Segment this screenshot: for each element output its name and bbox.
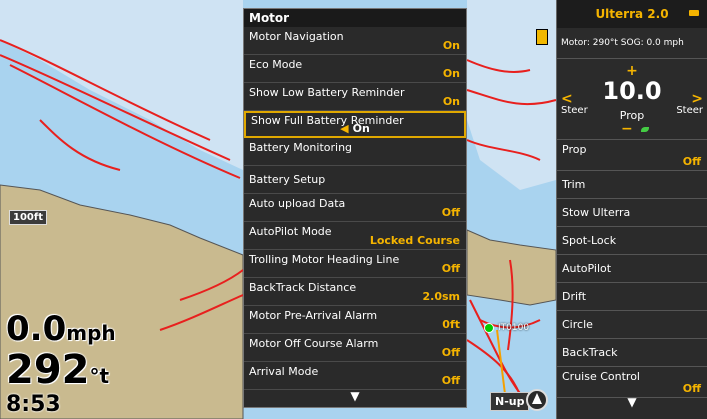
menu-item-label: Motor Pre-Arrival Alarm xyxy=(249,309,378,322)
panel-item-label: Drift xyxy=(562,290,587,303)
menu-item-label: AutoPilot Mode xyxy=(249,225,332,238)
chevron-down-icon[interactable]: ▼ xyxy=(557,395,707,409)
menu-item-label: BackTrack Distance xyxy=(249,281,357,294)
menu-item-full-battery-reminder[interactable]: Show Full Battery Reminder ◀ On xyxy=(244,111,466,138)
clock: 8:53 xyxy=(6,392,61,417)
orientation-toggle[interactable]: N-up xyxy=(490,392,530,411)
steer-right-button[interactable]: > Steer xyxy=(676,91,703,116)
prop-decrease-button[interactable]: − xyxy=(621,121,633,137)
menu-item-value: 0ft xyxy=(442,318,460,331)
heading-unit: °t xyxy=(89,364,110,388)
panel-item-drift[interactable]: Drift xyxy=(557,283,707,311)
menu-item-value: On xyxy=(442,39,460,52)
menu-item-label: Battery Monitoring xyxy=(249,141,353,154)
menu-item-motor-navigation[interactable]: Motor Navigation On xyxy=(244,27,466,55)
menu-title: Motor xyxy=(244,9,466,27)
menu-item-value: ◀ On xyxy=(246,122,464,135)
panel-item-stow[interactable]: Stow Ulterra xyxy=(557,199,707,227)
menu-item-value: Locked Course xyxy=(369,234,460,247)
panel-item-spot-lock[interactable]: Spot-Lock xyxy=(557,227,707,255)
battery-icon xyxy=(689,10,699,16)
menu-item-value: Off xyxy=(441,262,460,275)
heading-readout: 292°t xyxy=(6,350,109,396)
panel-title: Ulterra 2.0 xyxy=(557,0,707,28)
menu-item-arrival-mode[interactable]: Arrival Mode Off xyxy=(244,362,466,390)
motor-status: Motor: 290°t SOG: 0.0 mph xyxy=(557,28,707,59)
steer-right-label: Steer xyxy=(676,105,703,116)
chevron-left-icon: < xyxy=(561,91,573,107)
menu-item-value: 2.0sm xyxy=(422,290,461,303)
menu-item-low-battery-reminder[interactable]: Show Low Battery Reminder On xyxy=(244,83,466,111)
menu-item-label: Arrival Mode xyxy=(249,365,319,378)
panel-item-label: Prop xyxy=(562,143,587,156)
chevron-right-icon: > xyxy=(691,91,703,107)
menu-item-autopilot-mode[interactable]: AutoPilot Mode Locked Course xyxy=(244,222,466,250)
panel-item-label: Trim xyxy=(562,178,586,191)
menu-item-label: Battery Setup xyxy=(249,173,326,186)
menu-item-heading-line[interactable]: Trolling Motor Heading Line Off xyxy=(244,250,466,278)
panel-item-label: Cruise Control xyxy=(562,370,640,383)
menu-item-battery-monitoring[interactable]: Battery Monitoring xyxy=(244,138,466,166)
menu-item-value: On xyxy=(442,67,460,80)
menu-item-auto-upload[interactable]: Auto upload Data Off xyxy=(244,194,466,222)
left-arrow-icon[interactable]: ◀ xyxy=(340,122,348,135)
menu-item-backtrack-distance[interactable]: BackTrack Distance 2.0sm xyxy=(244,278,466,306)
menu-item-pre-arrival-alarm[interactable]: Motor Pre-Arrival Alarm 0ft xyxy=(244,306,466,334)
panel-title-text: Ulterra 2.0 xyxy=(595,7,669,21)
menu-item-off-course-alarm[interactable]: Motor Off Course Alarm Off xyxy=(244,334,466,362)
speed-unit: mph xyxy=(66,321,116,345)
speed-value: 0.0 xyxy=(6,309,67,349)
menu-item-battery-setup[interactable]: Battery Setup xyxy=(244,166,466,194)
panel-item-circle[interactable]: Circle xyxy=(557,311,707,339)
speed-readout: 0.0mph xyxy=(6,312,116,350)
menu-item-label: Motor Off Course Alarm xyxy=(249,337,379,350)
menu-item-label: Trolling Motor Heading Line xyxy=(249,253,400,266)
waypoint-label: IT0100 xyxy=(498,323,530,333)
menu-item-eco-mode[interactable]: Eco Mode On xyxy=(244,55,466,83)
panel-item-label: Spot-Lock xyxy=(562,234,617,247)
ulterra-panel: Ulterra 2.0 Motor: 290°t SOG: 0.0 mph + … xyxy=(556,0,707,419)
menu-item-value: Off xyxy=(441,206,460,219)
panel-item-label: BackTrack xyxy=(562,346,618,359)
panel-item-value: Off xyxy=(682,155,701,168)
compass-icon[interactable] xyxy=(526,389,548,411)
panel-item-label: AutoPilot xyxy=(562,262,612,275)
menu-item-label: Motor Navigation xyxy=(249,30,344,43)
panel-item-value: Off xyxy=(682,382,701,395)
eco-leaf-icon xyxy=(641,127,649,132)
panel-item-prop[interactable]: Prop Off xyxy=(557,140,707,171)
steer-left-label: Steer xyxy=(561,105,588,116)
depth-marker: 100ft xyxy=(9,210,48,225)
boat-marker-icon xyxy=(536,29,548,45)
heading-value: 292 xyxy=(6,347,90,393)
menu-item-label: Auto upload Data xyxy=(249,197,346,210)
waypoint-icon[interactable] xyxy=(484,323,494,333)
menu-item-value: Off xyxy=(441,374,460,387)
panel-item-trim[interactable]: Trim xyxy=(557,171,707,199)
menu-item-value: On xyxy=(442,95,460,108)
motor-menu: Motor Motor Navigation On Eco Mode On Show… xyxy=(243,8,467,408)
panel-item-label: Circle xyxy=(562,318,593,331)
prop-control[interactable]: + 10.0 Prop − < Steer > Steer xyxy=(557,59,707,140)
panel-item-autopilot[interactable]: AutoPilot xyxy=(557,255,707,283)
menu-item-label: Show Low Battery Reminder xyxy=(249,86,405,99)
panel-item-cruise-control[interactable]: Cruise Control Off xyxy=(557,367,707,398)
menu-item-label: Eco Mode xyxy=(249,58,303,71)
steer-left-button[interactable]: < Steer xyxy=(561,91,588,116)
menu-item-value-text: On xyxy=(352,122,370,135)
panel-item-backtrack[interactable]: BackTrack xyxy=(557,339,707,367)
chevron-down-icon[interactable]: ▼ xyxy=(244,389,466,403)
menu-item-value: Off xyxy=(441,346,460,359)
panel-item-label: Stow Ulterra xyxy=(562,206,631,219)
